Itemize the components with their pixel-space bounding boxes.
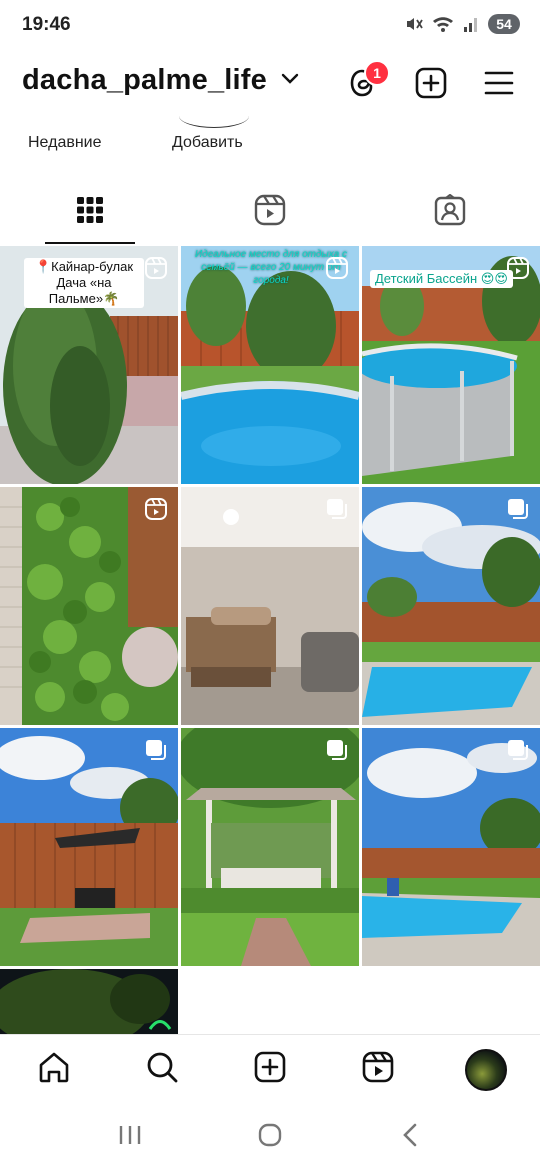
- highlight-circle: [179, 116, 249, 128]
- home-button-icon: [257, 1122, 283, 1153]
- status-time: 19:46: [22, 14, 71, 35]
- profile-tabs: [0, 180, 540, 244]
- tab-reels[interactable]: [180, 180, 360, 244]
- story-highlights: Недавние Добавить: [0, 116, 540, 176]
- battery-icon: 54: [488, 14, 520, 34]
- highlight-label: Недавние: [28, 134, 102, 151]
- posts-grid: 📍Кайнар-булак Дача «на Пальме»🌴 Идеально…: [0, 246, 540, 1034]
- header-actions: 1: [340, 60, 522, 108]
- status-bar: 19:46 54: [0, 0, 540, 52]
- status-icons: 54: [404, 14, 520, 34]
- menu-icon: [484, 70, 514, 101]
- menu-button[interactable]: [476, 62, 522, 108]
- home-button[interactable]: [240, 1112, 300, 1162]
- post-tile[interactable]: Идеальное место для отдыха с семьёй — вс…: [181, 246, 359, 484]
- nav-search[interactable]: [132, 1040, 192, 1100]
- post-tile[interactable]: [181, 728, 359, 966]
- create-icon: [253, 1050, 287, 1089]
- post-tile[interactable]: [362, 487, 540, 725]
- reel-badge-icon: [325, 256, 349, 285]
- reels-icon: [361, 1050, 395, 1089]
- profile-header: dacha_palme_life 1: [0, 52, 540, 116]
- bottom-navigation: [0, 1034, 540, 1104]
- signal-icon: [462, 15, 480, 33]
- username: dacha_palme_life: [22, 64, 267, 96]
- tagged-icon: [434, 193, 466, 231]
- system-navigation: [0, 1104, 540, 1170]
- post-overlay-text: 📍Кайнар-булак Дача «на Пальме»🌴: [24, 258, 144, 308]
- post-tile[interactable]: [0, 969, 178, 1034]
- reel-badge-icon: [144, 256, 168, 285]
- home-icon: [37, 1050, 71, 1089]
- account-switcher[interactable]: dacha_palme_life: [22, 64, 299, 97]
- back-button[interactable]: [380, 1112, 440, 1162]
- search-icon: [145, 1050, 179, 1089]
- reels-icon: [254, 194, 286, 231]
- add-post-button[interactable]: [408, 62, 454, 108]
- grid-icon: [76, 196, 104, 229]
- add-post-icon: [415, 67, 447, 104]
- recent-apps-button[interactable]: [100, 1112, 160, 1162]
- post-image: [0, 969, 178, 1034]
- threads-button[interactable]: 1: [340, 60, 390, 108]
- post-tile[interactable]: [0, 728, 178, 966]
- post-tile[interactable]: [0, 487, 178, 725]
- nav-profile[interactable]: [456, 1040, 516, 1100]
- mute-icon: [404, 14, 424, 34]
- carousel-badge-icon: [144, 738, 168, 767]
- carousel-badge-icon: [325, 497, 349, 526]
- post-tile[interactable]: [362, 728, 540, 966]
- reel-badge-icon: [144, 497, 168, 526]
- post-tile[interactable]: [181, 487, 359, 725]
- tab-tagged[interactable]: [360, 180, 540, 244]
- post-overlay-text: Детский Бассейн 😍😍: [370, 270, 513, 288]
- carousel-badge-icon: [506, 738, 530, 767]
- highlight-label: Добавить: [172, 134, 243, 151]
- tab-posts-grid[interactable]: [0, 180, 180, 244]
- carousel-badge-icon: [325, 738, 349, 767]
- nav-create[interactable]: [240, 1040, 300, 1100]
- post-tile[interactable]: 📍Кайнар-булак Дача «на Пальме»🌴: [0, 246, 178, 484]
- post-tile[interactable]: Детский Бассейн 😍😍: [362, 246, 540, 484]
- profile-avatar: [465, 1048, 507, 1091]
- back-icon: [400, 1122, 420, 1153]
- chevron-down-icon: [281, 72, 299, 90]
- notification-badge: 1: [364, 60, 390, 86]
- nav-reels[interactable]: [348, 1040, 408, 1100]
- recent-apps-icon: [117, 1123, 143, 1152]
- nav-home[interactable]: [24, 1040, 84, 1100]
- wifi-icon: [432, 15, 454, 33]
- carousel-badge-icon: [506, 497, 530, 526]
- reel-badge-icon: [506, 256, 530, 285]
